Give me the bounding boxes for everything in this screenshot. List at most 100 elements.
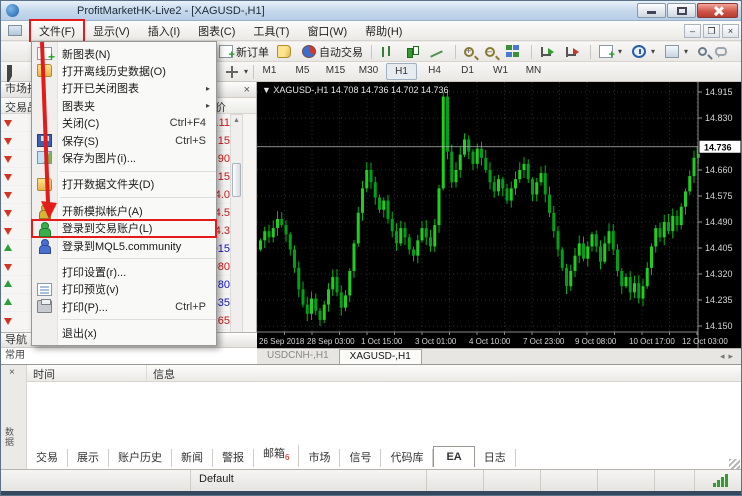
candlestick-button[interactable] bbox=[401, 43, 426, 60]
menu-view[interactable]: 显示(V) bbox=[84, 20, 139, 42]
chart-window-icon[interactable] bbox=[8, 25, 22, 36]
column-message[interactable]: 信息 bbox=[147, 365, 742, 381]
title-bar[interactable]: ProfitMarketHK-Live2 - [XAGUSD-,H1] bbox=[1, 1, 742, 21]
child-minimize-button[interactable]: – bbox=[684, 24, 701, 38]
history-center-button[interactable] bbox=[273, 43, 298, 60]
child-close-button[interactable]: × bbox=[722, 24, 739, 38]
file-menu-item[interactable]: 图表夹▸ bbox=[32, 97, 216, 114]
menu-shortcut: Ctrl+S bbox=[175, 135, 216, 147]
child-restore-button[interactable]: ❐ bbox=[703, 24, 720, 38]
search-button[interactable] bbox=[694, 43, 711, 60]
down-tick-icon bbox=[4, 316, 13, 325]
menu-insert[interactable]: 插入(I) bbox=[139, 20, 189, 42]
menu-tools[interactable]: 工具(T) bbox=[244, 20, 298, 42]
terminal-tab-警报[interactable]: 警报 bbox=[213, 449, 254, 467]
scroll-thumb[interactable] bbox=[232, 163, 241, 197]
timeframe-m5[interactable]: M5 bbox=[287, 63, 318, 80]
bar-chart-button[interactable] bbox=[376, 43, 401, 60]
new-order-button[interactable]: 新订单 bbox=[215, 43, 273, 60]
book-icon bbox=[277, 45, 291, 58]
file-menu-item[interactable]: 打印预览(v) bbox=[32, 281, 216, 298]
market-watch-close-icon[interactable]: × bbox=[244, 83, 250, 98]
chat-button[interactable] bbox=[711, 43, 731, 60]
terminal-tab-市场[interactable]: 市场 bbox=[299, 449, 340, 467]
maximize-button[interactable] bbox=[667, 3, 696, 18]
column-time[interactable]: 时间 bbox=[27, 365, 147, 381]
terminal-tab-新闻[interactable]: 新闻 bbox=[172, 449, 213, 467]
file-menu-item[interactable]: 打开离线历史数据(O) bbox=[32, 62, 216, 79]
file-menu-item[interactable]: 打印设置(r)... bbox=[32, 263, 216, 280]
timeframe-h4[interactable]: H4 bbox=[419, 63, 450, 80]
timeframe-h1[interactable]: H1 bbox=[386, 63, 417, 80]
navigator-tab-common[interactable]: 常用 bbox=[1, 348, 257, 364]
terminal-side-label[interactable]: 数据 bbox=[3, 427, 16, 447]
menu-window[interactable]: 窗口(W) bbox=[298, 20, 356, 42]
terminal-tab-日志[interactable]: 日志 bbox=[475, 449, 516, 467]
svg-text:▼ XAGUSD-,H1 14.708 14.736 14: ▼ XAGUSD-,H1 14.708 14.736 14.702 14.736 bbox=[262, 85, 449, 95]
periods-button[interactable]: ▾ bbox=[628, 43, 661, 60]
timeframe-w1[interactable]: W1 bbox=[485, 63, 516, 80]
line-chart-button[interactable] bbox=[426, 43, 451, 60]
menu-item-label: 保存(S) bbox=[62, 133, 99, 149]
mail-badge: 6 bbox=[285, 453, 289, 462]
terminal-tab-展示[interactable]: 展示 bbox=[68, 449, 109, 467]
resize-grip[interactable] bbox=[729, 459, 740, 470]
file-menu-item[interactable]: 登录到MQL5.community bbox=[32, 237, 216, 254]
terminal-tab-ea[interactable]: EA bbox=[433, 446, 474, 467]
file-menu-item[interactable]: 保存(S) Ctrl+S bbox=[32, 132, 216, 149]
terminal-columns: 时间 信息 bbox=[27, 365, 742, 382]
chart-area[interactable]: 14.91514.83014.74514.66014.57514.49014.4… bbox=[257, 82, 742, 348]
terminal-tab-信号[interactable]: 信号 bbox=[340, 449, 381, 467]
timeframe-m15[interactable]: M15 bbox=[320, 63, 351, 80]
file-menu-item[interactable]: 开新模拟帐户(A) bbox=[32, 202, 216, 219]
auto-trading-button[interactable]: 自动交易 bbox=[298, 43, 367, 60]
terminal-panel: × 数据 时间 信息 交易展示账户历史新闻警报邮箱6市场信号代码库EA日志 bbox=[1, 364, 742, 469]
minimize-button[interactable] bbox=[637, 3, 666, 18]
menu-help[interactable]: 帮助(H) bbox=[356, 20, 411, 42]
market-watch-scrollbar[interactable]: ▲ ▼ bbox=[230, 114, 243, 344]
menu-file[interactable]: 文件(F) bbox=[30, 20, 84, 42]
auto-scroll-icon bbox=[540, 45, 554, 58]
chart-tab-xagusdh1[interactable]: XAGUSD-,H1 bbox=[339, 349, 422, 364]
indicators-button[interactable]: ▾ bbox=[595, 43, 628, 60]
svg-text:14.736: 14.736 bbox=[704, 142, 732, 152]
zoom-out-button[interactable]: – bbox=[481, 43, 502, 60]
timeframe-mn[interactable]: MN bbox=[518, 63, 549, 80]
terminal-close-icon[interactable]: × bbox=[9, 367, 15, 378]
terminal-tab-邮箱[interactable]: 邮箱6 bbox=[254, 445, 299, 467]
tile-windows-button[interactable] bbox=[502, 43, 527, 60]
chart-tab-usdcnhh1[interactable]: USDCNH-,H1 bbox=[257, 349, 339, 364]
terminal-tab-账户历史[interactable]: 账户历史 bbox=[109, 449, 172, 467]
menu-item-label: 图表夹 bbox=[62, 98, 95, 114]
file-menu-item[interactable]: 打开数据文件夹(D) bbox=[32, 176, 216, 193]
auto-scroll-button[interactable] bbox=[536, 43, 561, 60]
chart-tabs-right-icon[interactable]: ▸ bbox=[728, 351, 737, 361]
file-menu-item[interactable]: 关闭(C)Ctrl+F4 bbox=[32, 115, 216, 132]
file-menu-item[interactable]: 保存为图片(i)... bbox=[32, 149, 216, 166]
file-menu-item[interactable]: 退出(x) bbox=[32, 324, 216, 341]
file-menu-item[interactable]: 打开已关闭图表▸ bbox=[32, 80, 216, 97]
tile-windows-icon bbox=[506, 45, 520, 58]
close-button[interactable] bbox=[697, 3, 738, 18]
terminal-tab-代码库[interactable]: 代码库 bbox=[381, 449, 433, 467]
template-icon bbox=[665, 45, 679, 58]
user-yel-icon bbox=[37, 204, 52, 217]
file-menu-item[interactable]: 登录到交易账户(L) bbox=[32, 220, 216, 237]
zoom-in-button[interactable]: + bbox=[460, 43, 481, 60]
status-profile[interactable]: Default bbox=[191, 470, 427, 491]
timeframe-m30[interactable]: M30 bbox=[353, 63, 384, 80]
down-tick-icon bbox=[4, 154, 13, 163]
chart-shift-button[interactable] bbox=[561, 43, 586, 60]
menu-item-label: 关闭(C) bbox=[62, 115, 99, 131]
timeframe-d1[interactable]: D1 bbox=[452, 63, 483, 80]
file-menu-item[interactable]: 打印(P)...Ctrl+P bbox=[32, 298, 216, 315]
svg-text:14.915: 14.915 bbox=[705, 87, 733, 97]
templates-button[interactable]: ▾ bbox=[661, 43, 694, 60]
cursor-tool-button[interactable] bbox=[3, 63, 28, 80]
menu-charts[interactable]: 图表(C) bbox=[189, 20, 244, 42]
timeframe-m1[interactable]: M1 bbox=[254, 63, 285, 80]
terminal-tab-交易[interactable]: 交易 bbox=[27, 449, 68, 467]
scroll-up-icon[interactable]: ▲ bbox=[231, 115, 242, 127]
file-menu-item[interactable]: 新图表(N) bbox=[32, 45, 216, 62]
crosshair-tool-button[interactable]: ▾ bbox=[221, 63, 254, 80]
